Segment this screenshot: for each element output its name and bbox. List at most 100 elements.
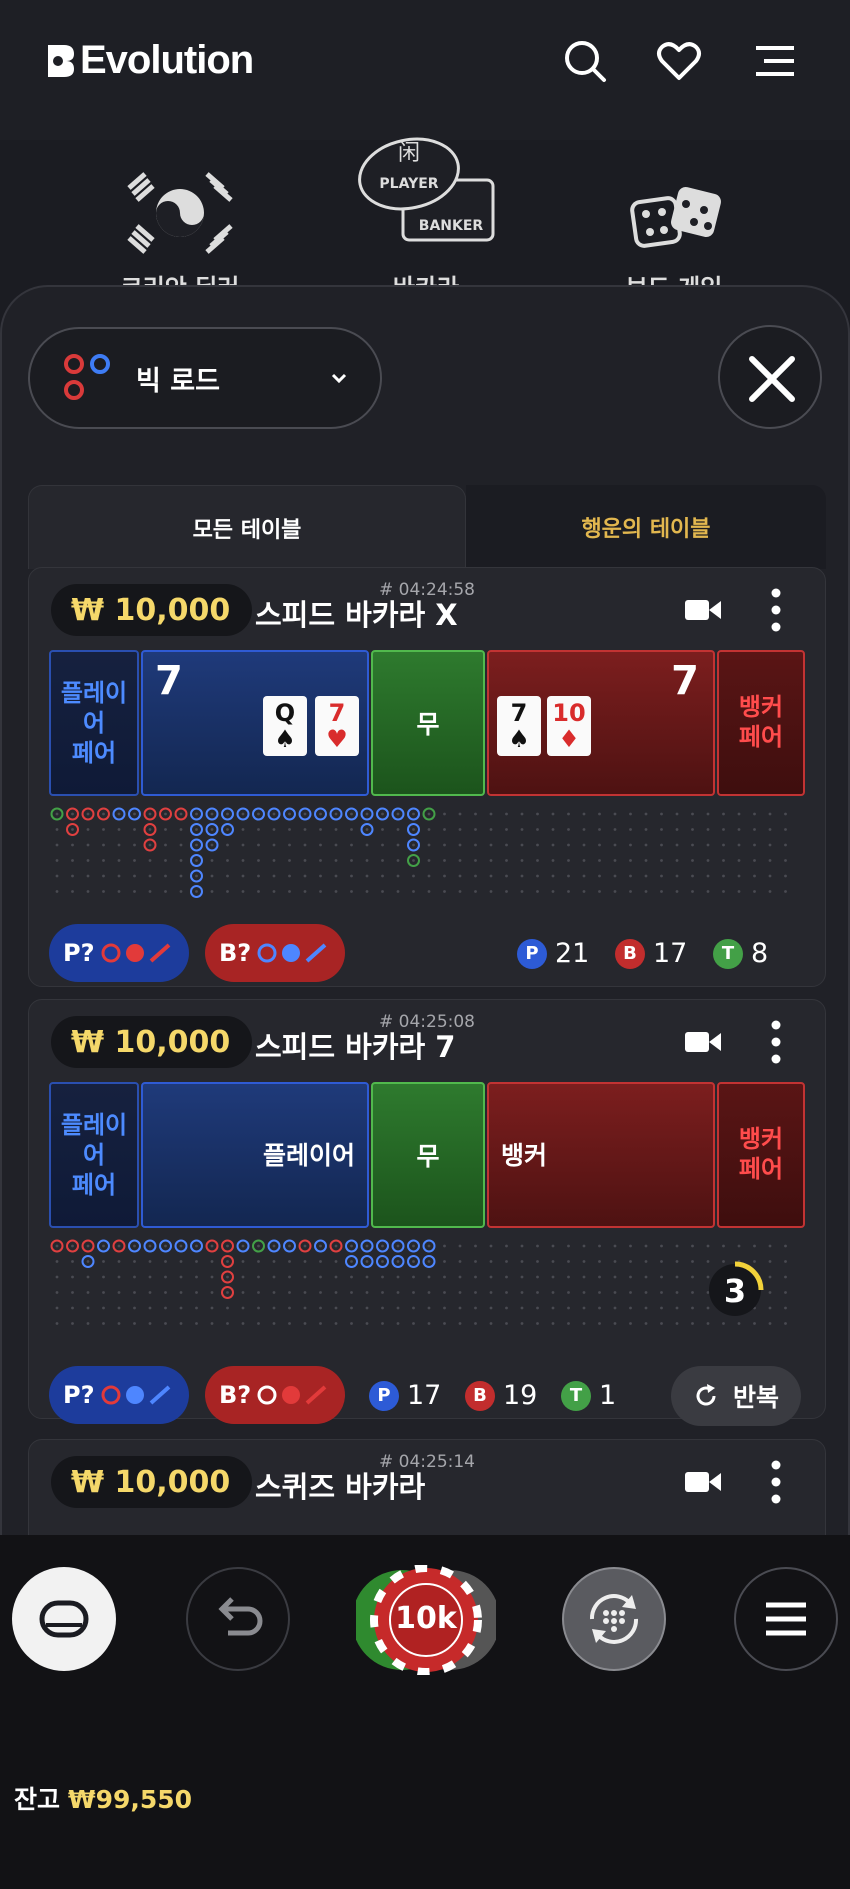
road-grid-dot <box>164 1275 167 1279</box>
road-grid-dot <box>675 1322 679 1325</box>
more-options-icon[interactable] <box>771 1020 781 1064</box>
road-grid-dot <box>443 828 446 831</box>
road-grid-dot <box>644 1291 648 1294</box>
menu-icon[interactable] <box>752 38 798 84</box>
road-grid-dot <box>257 874 260 878</box>
banker-spot[interactable]: 7 7 ♠ 10 ♦ <box>487 650 715 796</box>
road-grid-dot <box>753 812 756 816</box>
road-grid-dot <box>257 1275 260 1279</box>
tie-spot[interactable]: 무 <box>371 1082 485 1228</box>
search-icon[interactable] <box>562 38 608 84</box>
rebet-icon <box>589 1594 639 1644</box>
road-grid-dot <box>706 843 710 847</box>
road-grid-dot <box>102 1322 105 1325</box>
road-grid-dot <box>164 890 167 893</box>
road-grid-dot <box>412 828 415 831</box>
road-grid-dot <box>86 1260 90 1263</box>
undo-button[interactable] <box>186 1567 290 1671</box>
road-grid-dot <box>226 859 229 862</box>
road-grid-dot <box>598 1322 601 1325</box>
road-grid-dot <box>660 843 663 847</box>
heart-icon[interactable] <box>656 38 702 84</box>
table-card[interactable]: # 04:24:58 ₩ 10,000 스피드 바카라 X 플레이 어 페어 7 Q… <box>28 567 826 987</box>
road-type-dropdown[interactable]: 빅 로드 <box>28 327 382 429</box>
banker-pair-spot[interactable]: 뱅커 페어 <box>717 1082 805 1228</box>
close-icon <box>749 356 795 402</box>
road-grid-dot <box>303 890 307 893</box>
table-card[interactable]: # 04:25:08 ₩ 10,000 스피드 바카라 7 플레이 어 페어 플레이… <box>28 999 826 1426</box>
tie-spot[interactable]: 무 <box>371 650 485 796</box>
road-grid-dot <box>350 1260 353 1263</box>
road-grid-dot <box>567 874 570 878</box>
road-grid-dot <box>396 1260 400 1263</box>
road-grid-dot <box>722 812 725 816</box>
player-spot[interactable]: 플레이어 <box>141 1082 369 1228</box>
road-grid-dot <box>350 1322 353 1325</box>
player-spot[interactable]: 7 Q ♠ 7 ♥ <box>141 650 369 796</box>
road-grid-dot <box>288 1244 291 1248</box>
category-board-games[interactable]: 보드 게임 <box>584 150 764 302</box>
countdown-timer: 3 <box>705 1260 765 1320</box>
banker-prediction-button[interactable]: B? <box>205 924 345 982</box>
tab-all-tables[interactable]: 모든 테이블 <box>28 485 466 569</box>
road-grid-dot <box>768 1275 772 1279</box>
banker-prediction-button[interactable]: B? <box>205 1366 345 1424</box>
road-grid-dot <box>117 874 121 878</box>
video-camera-icon[interactable] <box>685 1030 721 1054</box>
road-grid-dot <box>381 874 384 878</box>
min-bet-badge: ₩ 10,000 <box>51 1016 253 1068</box>
more-options-icon[interactable] <box>771 1460 781 1504</box>
road-grid-dot <box>520 1322 524 1325</box>
road-grid-dot <box>644 1275 648 1279</box>
chip-value: 10k <box>395 1601 457 1636</box>
player-pair-spot[interactable]: 플레이 어 페어 <box>49 650 139 796</box>
road-grid-dot <box>629 843 632 847</box>
road-grid-dot <box>489 1260 493 1263</box>
more-options-icon[interactable] <box>771 588 781 632</box>
road-grid-dot <box>737 812 741 816</box>
video-camera-icon[interactable] <box>685 1470 721 1494</box>
road-grid-dot <box>505 1260 508 1263</box>
category-korean-dealer[interactable]: 코리안 딜러 <box>90 150 270 302</box>
road-grid-dot <box>350 859 353 862</box>
road-grid-dot <box>784 1291 787 1294</box>
lobby-button[interactable] <box>12 1567 116 1671</box>
road-grid-dot <box>334 859 338 862</box>
road-grid-dot <box>768 1291 772 1294</box>
player-prediction-button[interactable]: P? <box>49 924 189 982</box>
road-grid-dot <box>520 1291 524 1294</box>
road-grid-dot <box>412 1291 415 1294</box>
close-button[interactable] <box>718 325 822 429</box>
banker-pair-spot[interactable]: 뱅커 페어 <box>717 650 805 796</box>
road-grid-dot <box>102 1244 105 1248</box>
menu-button[interactable] <box>734 1567 838 1671</box>
banker-spot[interactable]: 뱅커 <box>487 1082 715 1228</box>
chip-selector[interactable]: 10k <box>352 1564 500 1676</box>
road-grid-dot <box>551 1306 555 1310</box>
road-grid-dot <box>613 843 617 847</box>
repeat-bet-button[interactable]: 반복 <box>671 1366 801 1426</box>
road-grid-dot <box>551 1260 555 1263</box>
category-baccarat[interactable]: 闲 PLAYER BANKER 바카라 <box>336 137 516 302</box>
road-grid-dot <box>86 1306 90 1310</box>
video-camera-icon[interactable] <box>685 598 721 622</box>
road-grid-dot <box>396 1291 400 1294</box>
road-grid-dot <box>520 859 524 862</box>
player-prediction-button[interactable]: P? <box>49 1366 189 1424</box>
player-pair-spot[interactable]: 플레이 어 페어 <box>49 1082 139 1228</box>
road-grid-dot <box>288 1322 291 1325</box>
road-grid-dot <box>412 1260 415 1263</box>
road-grid-dot <box>675 1306 679 1310</box>
road-grid-dot <box>133 1306 136 1310</box>
road-grid-dot <box>412 890 415 893</box>
road-grid-dot <box>458 812 462 816</box>
road-grid-dot <box>319 828 322 831</box>
road-grid-dot <box>86 828 90 831</box>
road-grid-dot <box>117 859 121 862</box>
brand-logo[interactable]: Evolution <box>46 38 254 83</box>
road-grid-dot <box>71 812 74 816</box>
road-grid-dot <box>582 812 586 816</box>
road-grid-dot <box>55 1291 59 1294</box>
rebet-button[interactable] <box>562 1567 666 1671</box>
tab-lucky-tables[interactable]: 행운의 테이블 <box>466 485 826 569</box>
